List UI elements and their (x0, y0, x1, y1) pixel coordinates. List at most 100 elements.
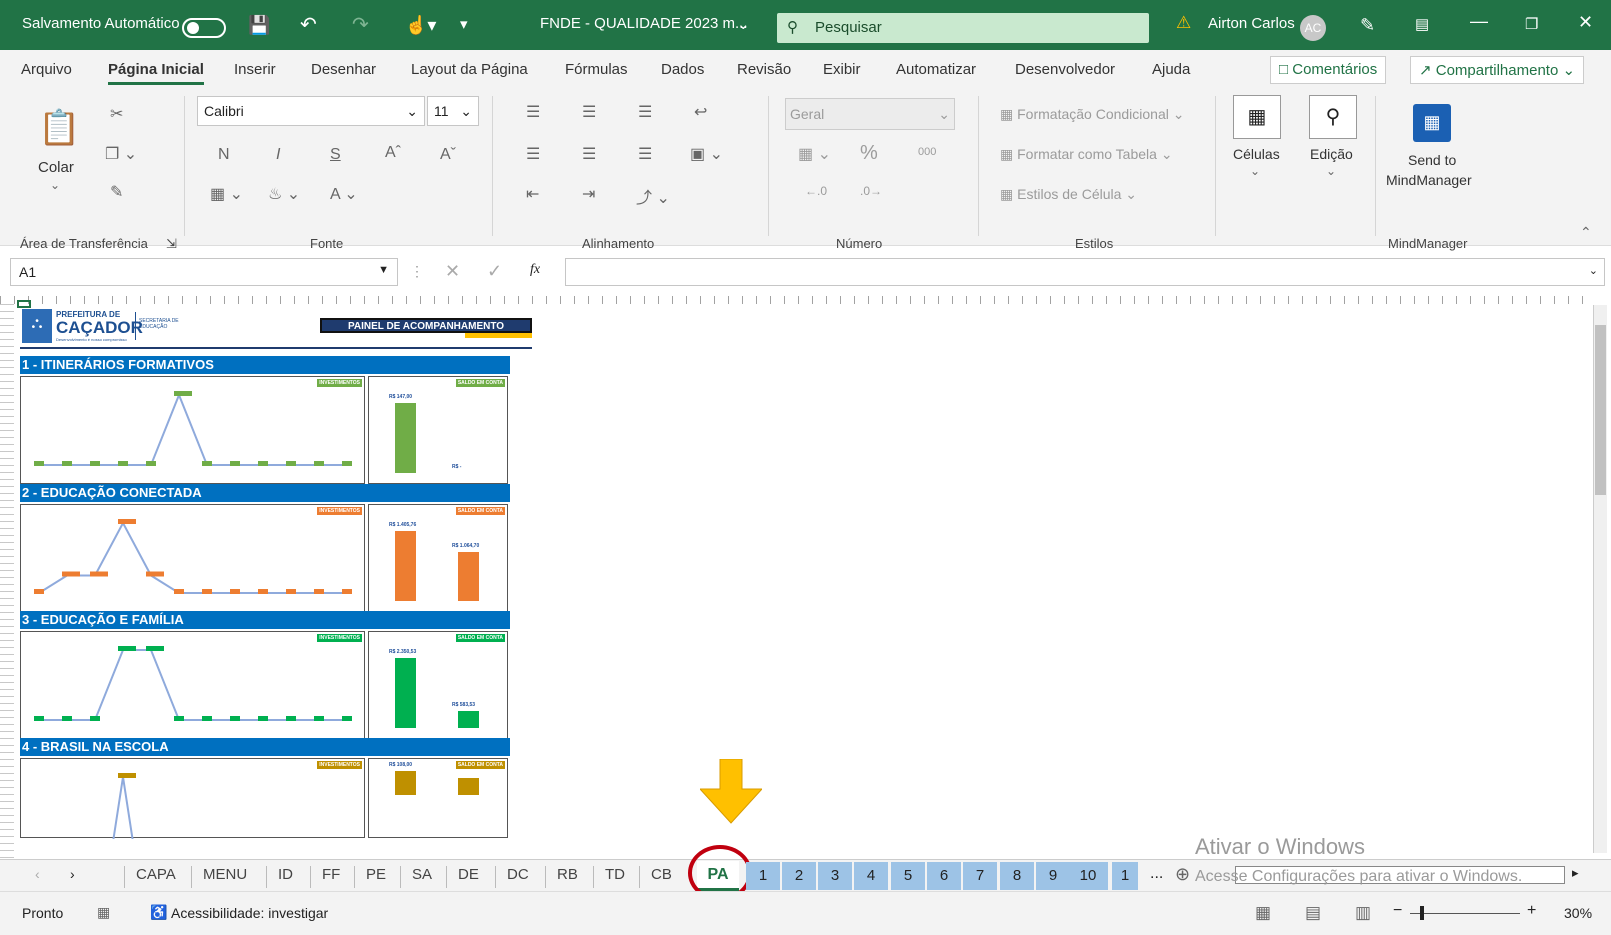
insert-function-button[interactable]: fx (530, 262, 540, 278)
align-bottom-icon[interactable]: ☰ (638, 102, 652, 122)
fill-color-icon[interactable]: ♨ ⌄ (268, 184, 300, 204)
pen-icon[interactable]: ✎ (1360, 15, 1375, 36)
sheet-tab-1[interactable]: 1 (1112, 862, 1138, 890)
accessibility-status[interactable]: Acessibilidade: investigar (171, 905, 328, 921)
sheet-tab-9[interactable]: 9 (1036, 862, 1070, 890)
file-name[interactable]: FNDE - QUALIDADE 2023 m... (540, 15, 748, 32)
percent-button[interactable]: % (860, 142, 878, 165)
find-icon[interactable]: ⚲ (1309, 95, 1357, 139)
tab-formulas[interactable]: Fórmulas (565, 61, 628, 78)
autosave-toggle[interactable] (182, 18, 226, 38)
increase-decimal-icon[interactable]: ←.0 (805, 184, 827, 198)
chevron-down-icon[interactable]: ⌄ (737, 15, 750, 33)
collapse-ribbon-icon[interactable]: ⌃ (1580, 224, 1592, 241)
sheet-tab-sa[interactable]: SA (412, 866, 432, 883)
page-break-view-icon[interactable]: ▥ (1355, 903, 1371, 923)
sheet-tab-menu[interactable]: MENU (203, 866, 247, 883)
chevron-down-icon[interactable]: ⌄ (1589, 264, 1598, 277)
decrease-decimal-icon[interactable]: .0→ (860, 184, 882, 198)
tab-ajuda[interactable]: Ajuda (1152, 61, 1190, 78)
share-button[interactable]: ↗ Compartilhamento ⌄ (1410, 56, 1585, 84)
more-tabs[interactable]: ... (1150, 865, 1163, 883)
format-painter-icon[interactable]: ✎ (110, 182, 123, 202)
sheet-tab-1[interactable]: 1 (746, 862, 780, 890)
number-format-select[interactable]: Geral ⌄ (785, 98, 955, 130)
cut-icon[interactable]: ✂ (110, 104, 123, 124)
touch-mode-icon[interactable]: ☝▾ (405, 15, 436, 36)
redo-icon[interactable]: ↷ (352, 12, 369, 37)
avatar[interactable]: AC (1300, 15, 1326, 41)
tab-automatizar[interactable]: Automatizar (896, 61, 976, 78)
minimize-icon[interactable]: — (1470, 11, 1488, 32)
conditional-format-button[interactable]: ▦ Formatação Condicional ⌄ (1000, 106, 1185, 123)
sheet-tab-2[interactable]: 2 (782, 862, 816, 890)
cells-button[interactable]: Células (1233, 146, 1280, 162)
zoom-level[interactable]: 30% (1564, 905, 1592, 921)
page-layout-view-icon[interactable]: ▤ (1305, 903, 1321, 923)
scroll-right-icon[interactable]: ▸ (1572, 865, 1579, 881)
sheet-tab-10[interactable]: 10 (1068, 862, 1108, 890)
sheet-tab-4[interactable]: 4 (854, 862, 888, 890)
decrease-indent-icon[interactable]: ⇤ (526, 184, 539, 204)
borders-icon[interactable]: ▦ ⌄ (210, 184, 243, 204)
increase-indent-icon[interactable]: ⇥ (582, 184, 595, 204)
cells-icon[interactable]: ▦ (1233, 95, 1281, 139)
scrollbar-thumb[interactable] (1595, 325, 1606, 495)
tab-pagina-inicial[interactable]: Página Inicial (108, 61, 204, 85)
close-icon[interactable]: ✕ (1578, 12, 1593, 33)
align-middle-icon[interactable]: ☰ (582, 102, 596, 122)
italic-button[interactable]: I (276, 146, 280, 164)
enter-icon[interactable]: ✓ (487, 261, 502, 282)
thousands-button[interactable]: 000 (918, 146, 936, 158)
sheet-tab-capa[interactable]: CAPA (136, 866, 176, 883)
sheet-tab-id[interactable]: ID (278, 866, 293, 883)
vertical-scrollbar[interactable] (1593, 305, 1607, 853)
accounting-format-icon[interactable]: ▦ ⌄ (798, 144, 831, 164)
name-box[interactable]: A1 ▼ (10, 258, 398, 286)
orientation-icon[interactable]: ⤴ ⌄ (636, 184, 670, 208)
underline-button[interactable]: S (330, 146, 341, 164)
paste-label[interactable]: Colar (38, 159, 74, 176)
font-color-icon[interactable]: A ⌄ (330, 184, 358, 204)
format-table-button[interactable]: ▦ Formatar como Tabela ⌄ (1000, 146, 1173, 163)
tab-desenhar[interactable]: Desenhar (311, 61, 376, 78)
font-size-select[interactable]: 11 ⌄ (427, 96, 479, 126)
mindmanager-label[interactable]: MindManager (1386, 172, 1472, 188)
scroll-tabs-right-icon[interactable]: › (70, 866, 75, 882)
warning-icon[interactable]: ⚠ (1176, 13, 1191, 33)
sheet-tab-pe[interactable]: PE (366, 866, 386, 883)
undo-icon[interactable]: ↶ (300, 12, 317, 37)
tab-inserir[interactable]: Inserir (234, 61, 276, 78)
font-name-select[interactable]: Calibri ⌄ (197, 96, 425, 126)
accessibility-icon[interactable]: ♿ (150, 904, 167, 921)
mindmanager-icon[interactable]: ▦ (1413, 104, 1451, 142)
ribbon-display-icon[interactable]: ▤ (1415, 15, 1429, 33)
macro-icon[interactable]: ▦ (97, 904, 110, 921)
align-center-icon[interactable]: ☰ (582, 144, 596, 164)
sheet-tab-dc[interactable]: DC (507, 866, 529, 883)
zoom-out-icon[interactable]: − (1393, 902, 1402, 920)
paste-icon[interactable]: 📋 (38, 108, 80, 148)
sheet-tab-5[interactable]: 5 (891, 862, 925, 890)
tab-layout[interactable]: Layout da Página (411, 61, 528, 78)
sheet-tab-8[interactable]: 8 (1000, 862, 1034, 890)
zoom-in-icon[interactable]: + (1527, 902, 1536, 920)
add-sheet-icon[interactable]: ⊕ (1175, 864, 1190, 885)
bold-button[interactable]: N (218, 146, 230, 164)
editing-button[interactable]: Edição (1310, 146, 1353, 162)
user-name[interactable]: Airton Carlos (1208, 15, 1295, 32)
zoom-slider[interactable] (1410, 913, 1520, 914)
search-box[interactable]: ⚲ Pesquisar (777, 13, 1149, 43)
normal-view-icon[interactable]: ▦ (1255, 903, 1271, 923)
tab-desenvolvedor[interactable]: Desenvolvedor (1015, 61, 1115, 78)
cancel-icon[interactable]: ✕ (445, 261, 460, 282)
chevron-down-icon[interactable]: ⌄ (1326, 164, 1336, 178)
sheet-tab-6[interactable]: 6 (927, 862, 961, 890)
wrap-text-icon[interactable]: ↩ (694, 102, 707, 122)
merge-center-icon[interactable]: ▣ ⌄ (690, 144, 723, 164)
align-top-icon[interactable]: ☰ (526, 102, 540, 122)
sheet-tab-cb[interactable]: CB (651, 866, 672, 883)
sheet-tab-7[interactable]: 7 (963, 862, 997, 890)
clipboard-launcher-icon[interactable]: ⇲ (166, 236, 177, 252)
shrink-font-icon[interactable]: Aˇ (440, 146, 456, 164)
